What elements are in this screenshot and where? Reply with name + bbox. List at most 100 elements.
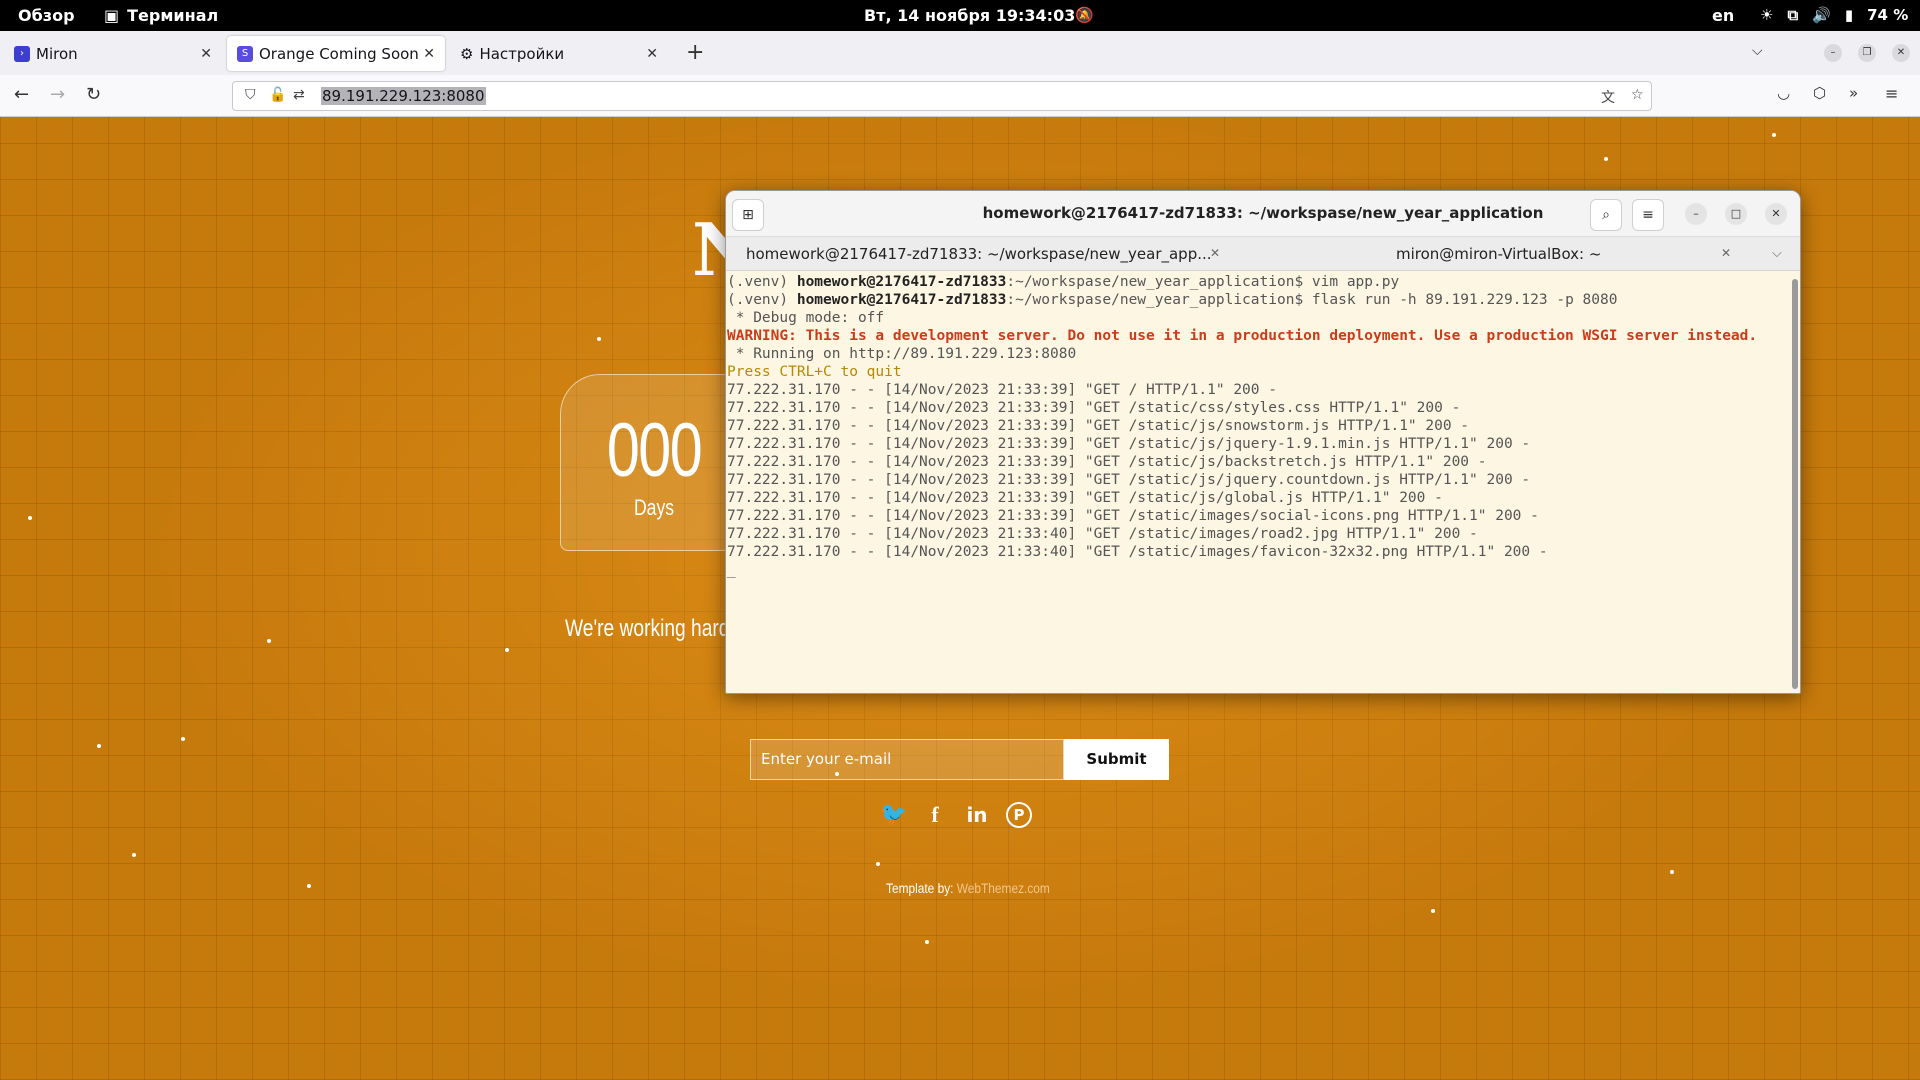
terminal-output[interactable]: (.venv) homework@2176417-zd71833:~/works… — [727, 273, 1790, 693]
terminal-line: 77.222.31.170 - - [14/Nov/2023 21:33:40]… — [727, 525, 1790, 543]
clock[interactable]: Вт, 14 ноября 19:34:03 — [864, 0, 1075, 31]
terminal-text: 77.222.31.170 - - [14/Nov/2023 21:33:39]… — [727, 472, 1531, 488]
credit-link[interactable]: WebThemez.com — [957, 880, 1050, 896]
url-text[interactable]: 89.191.229.123:8080 — [321, 87, 486, 105]
close-tab-icon[interactable]: ✕ — [200, 46, 212, 62]
terminal-line: 77.222.31.170 - - [14/Nov/2023 21:33:39]… — [727, 417, 1790, 435]
tab-title: Orange Coming Soon | Free Template — [259, 44, 419, 63]
close-window-button[interactable]: ✕ — [1892, 44, 1910, 62]
terminal-line: 77.222.31.170 - - [14/Nov/2023 21:33:39]… — [727, 381, 1790, 399]
close-tab-icon[interactable]: ✕ — [646, 46, 658, 62]
terminal-line: 77.222.31.170 - - [14/Nov/2023 21:33:39]… — [727, 489, 1790, 507]
forward-arrow-icon[interactable]: → — [50, 84, 65, 105]
snowflake — [1772, 133, 1776, 137]
bookmark-star-icon[interactable]: ☆ — [1631, 87, 1644, 103]
notifications-off-icon: 🔕 — [1075, 6, 1094, 24]
snowflake — [97, 744, 101, 748]
translate-icon[interactable]: 文 — [1601, 87, 1615, 107]
social-links: 🐦 f in P — [880, 802, 1032, 828]
close-terminal-tab-icon[interactable]: ✕ — [1210, 246, 1220, 260]
close-terminal-tab-icon[interactable]: ✕ — [1721, 246, 1731, 260]
hamburger-menu-icon[interactable]: ≡ — [1885, 84, 1898, 103]
facebook-icon[interactable]: f — [922, 802, 948, 828]
browser-nav-bar: ← → ↻ ⛉ 🔓 ⇄ 89.191.229.123:8080 文 ☆ ◡ ⬡ … — [0, 75, 1920, 117]
back-arrow-icon[interactable]: ← — [14, 84, 29, 105]
terminal-text: Press CTRL+C to quit — [727, 364, 902, 380]
terminal-text: _ — [727, 562, 736, 578]
activities-button[interactable]: Обзор — [18, 0, 75, 31]
snowflake — [925, 940, 929, 944]
volume-icon: 🔊 — [1812, 6, 1831, 24]
linkedin-icon[interactable]: in — [964, 802, 990, 828]
maximize-icon[interactable]: □ — [1725, 203, 1747, 225]
terminal-text: :~/workspase/new_year_application$ vim a… — [1006, 274, 1400, 290]
snowflake — [1431, 909, 1435, 913]
brightness-icon: ☀ — [1760, 6, 1774, 24]
terminal-line: (.venv) homework@2176417-zd71833:~/works… — [727, 273, 1790, 291]
tab-orange-coming-soon[interactable]: S Orange Coming Soon | Free Template ✕ — [227, 36, 445, 71]
snowflake — [28, 516, 32, 520]
tab-miron[interactable]: › Miron ✕ — [4, 36, 222, 71]
terminal-text: 77.222.31.170 - - [14/Nov/2023 21:33:39]… — [727, 436, 1531, 452]
terminal-line: 77.222.31.170 - - [14/Nov/2023 21:33:40]… — [727, 543, 1790, 561]
terminal-line: 77.222.31.170 - - [14/Nov/2023 21:33:39]… — [727, 399, 1790, 417]
terminal-window[interactable]: ⊞ homework@2176417-zd71833: ~/workspase/… — [725, 190, 1801, 694]
terminal-line: 77.222.31.170 - - [14/Nov/2023 21:33:39]… — [727, 507, 1790, 525]
app-menu[interactable]: ▣ Терминал — [104, 0, 218, 31]
close-tab-icon[interactable]: ✕ — [423, 46, 435, 62]
terminal-app-icon: ▣ — [104, 6, 120, 25]
terminal-line: (.venv) homework@2176417-zd71833:~/works… — [727, 291, 1790, 309]
address-bar[interactable]: ⛉ 🔓 ⇄ 89.191.229.123:8080 文 ☆ — [232, 81, 1652, 111]
tab-title: Miron — [36, 44, 78, 63]
restore-window-button[interactable]: ❐ — [1858, 44, 1876, 62]
terminal-line: _ — [727, 561, 1790, 579]
terminal-scrollbar[interactable] — [1792, 279, 1798, 689]
snowflake — [1604, 157, 1608, 161]
terminal-icon: › — [14, 45, 30, 62]
terminal-text: homework@2176417-zd71833 — [796, 292, 1007, 308]
email-input[interactable]: Enter your e-mail — [750, 739, 1064, 780]
terminal-line: 77.222.31.170 - - [14/Nov/2023 21:33:39]… — [727, 435, 1790, 453]
extensions-icon[interactable]: ⬡ — [1813, 84, 1826, 102]
credit-prefix: Template by: — [886, 880, 957, 896]
minimize-window-button[interactable]: – — [1824, 44, 1842, 62]
lock-icon[interactable]: 🔓 — [269, 87, 286, 103]
keyboard-layout-indicator[interactable]: en — [1712, 0, 1734, 31]
permissions-icon[interactable]: ⇄ — [293, 87, 305, 103]
search-icon[interactable]: ⌕ — [1590, 199, 1622, 231]
working-hard-text: We're working hard t — [565, 615, 741, 642]
system-tray[interactable]: ☀ ⧉ 🔊 ▮ 74 % — [1760, 0, 1908, 31]
minimize-icon[interactable]: – — [1685, 203, 1707, 225]
reload-icon[interactable]: ↻ — [86, 84, 101, 105]
terminal-line: 77.222.31.170 - - [14/Nov/2023 21:33:39]… — [727, 453, 1790, 471]
terminal-text: 77.222.31.170 - - [14/Nov/2023 21:33:39]… — [727, 454, 1487, 470]
new-tab-button[interactable]: + — [686, 41, 704, 65]
s-icon: S — [237, 45, 253, 62]
terminal-header-bar[interactable]: ⊞ homework@2176417-zd71833: ~/workspase/… — [726, 191, 1800, 237]
shield-icon[interactable]: ⛉ — [245, 87, 256, 103]
terminal-tab-homework[interactable]: homework@2176417-zd71833: ~/workspase/ne… — [746, 237, 1212, 271]
overflow-chevron-icon[interactable]: » — [1849, 84, 1858, 102]
twitter-icon[interactable]: 🐦 — [880, 802, 907, 828]
terminal-text: 77.222.31.170 - - [14/Nov/2023 21:33:39]… — [727, 418, 1470, 434]
menu-icon[interactable]: ≡ — [1632, 199, 1664, 231]
snowflake — [307, 884, 311, 888]
snowflake — [1670, 870, 1674, 874]
system-top-bar: Обзор ▣ Терминал Вт, 14 ноября 19:34:03 … — [0, 0, 1920, 31]
network-icon: ⧉ — [1787, 6, 1799, 24]
tab-settings[interactable]: ⚙ Настройки ✕ — [450, 36, 668, 71]
submit-button[interactable]: Submit — [1064, 739, 1169, 780]
terminal-text: 77.222.31.170 - - [14/Nov/2023 21:33:40]… — [727, 544, 1548, 560]
terminal-text: :~/workspase/new_year_application$ flask… — [1006, 292, 1618, 308]
pocket-icon[interactable]: ◡ — [1777, 84, 1790, 102]
tab-list-chevron-icon[interactable]: ⌵ — [1772, 246, 1782, 261]
pinterest-icon[interactable]: P — [1006, 802, 1032, 828]
terminal-tab-miron[interactable]: miron@miron-VirtualBox: ~ — [1396, 237, 1601, 271]
list-all-tabs-chevron-icon[interactable]: ⌵ — [1752, 43, 1763, 59]
terminal-line: 77.222.31.170 - - [14/Nov/2023 21:33:39]… — [727, 471, 1790, 489]
days-value: 000 — [606, 408, 703, 493]
days-label: Days — [633, 495, 675, 520]
terminal-line: * Running on http://89.191.229.123:8080 — [727, 345, 1790, 363]
app-menu-label: Терминал — [127, 6, 219, 25]
close-icon[interactable]: ✕ — [1765, 203, 1787, 225]
